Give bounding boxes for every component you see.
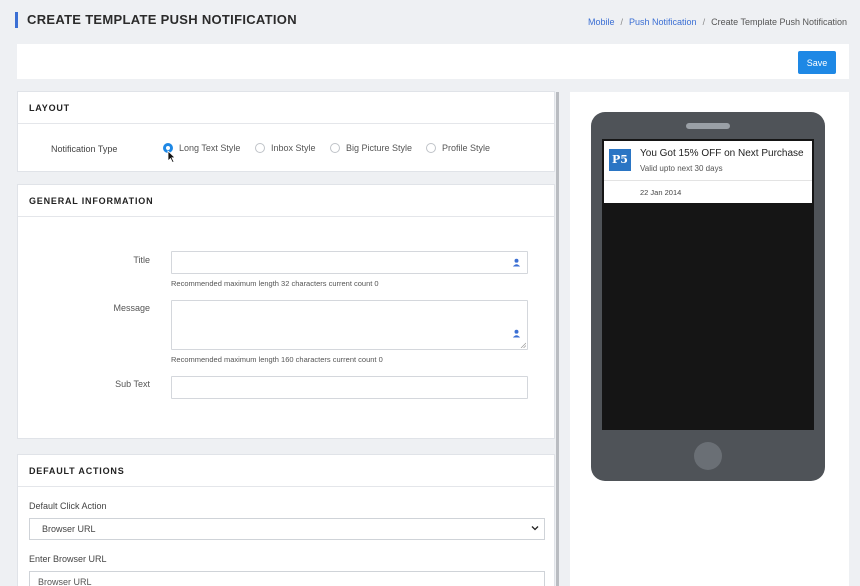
- toolbar: Save: [17, 44, 849, 79]
- title-label: Title: [133, 255, 150, 265]
- radio-profile-style[interactable]: Profile Style: [426, 143, 490, 153]
- message-label: Message: [113, 303, 150, 313]
- divider: [604, 180, 812, 181]
- radio-label: Profile Style: [442, 143, 491, 153]
- default-actions-card: DEFAULT ACTIONS Default Click Action Bro…: [17, 454, 555, 586]
- chevron-down-icon: [531, 526, 539, 531]
- general-info-header: GENERAL INFORMATION: [18, 185, 554, 217]
- notification-subtitle: Valid upto next 30 days: [640, 164, 723, 173]
- radio-unchecked-icon: [255, 143, 265, 153]
- radio-big-picture-style[interactable]: Big Picture Style: [330, 143, 412, 153]
- click-action-select[interactable]: Browser URL: [29, 518, 545, 540]
- person-icon[interactable]: [512, 258, 521, 267]
- phone-speaker: [686, 123, 730, 129]
- save-button[interactable]: Save: [798, 51, 836, 74]
- radio-unchecked-icon: [330, 143, 340, 153]
- layout-header: LAYOUT: [18, 92, 554, 124]
- click-action-value: Browser URL: [42, 524, 96, 534]
- preview-panel: P5 You Got 15% OFF on Next Purchase Vali…: [570, 92, 849, 586]
- page-title: CREATE TEMPLATE PUSH NOTIFICATION: [15, 12, 297, 28]
- click-action-label: Default Click Action: [29, 501, 107, 511]
- browser-url-input[interactable]: Browser URL: [29, 571, 545, 586]
- notification-type-label: Notification Type: [51, 144, 118, 154]
- notification-title: You Got 15% OFF on Next Purchase: [640, 148, 804, 159]
- breadcrumb-link-push-notification[interactable]: Push Notification: [629, 17, 697, 27]
- radio-unchecked-icon: [426, 143, 436, 153]
- phone-mockup: P5 You Got 15% OFF on Next Purchase Vali…: [591, 112, 825, 481]
- breadcrumb-link-mobile[interactable]: Mobile: [588, 17, 615, 27]
- title-input[interactable]: [171, 251, 528, 274]
- person-icon[interactable]: [512, 329, 521, 338]
- mouse-cursor-icon: [167, 150, 176, 163]
- layout-card: LAYOUT Notification Type Long Text Style…: [17, 91, 555, 172]
- phone-home-button: [694, 442, 722, 470]
- radio-inbox-style[interactable]: Inbox Style: [255, 143, 316, 153]
- radio-label: Long Text Style: [179, 143, 241, 153]
- radio-label: Inbox Style: [271, 143, 316, 153]
- notification-preview: P5 You Got 15% OFF on Next Purchase Vali…: [604, 141, 812, 203]
- message-hint: Recommended maximum length 160 character…: [171, 355, 383, 364]
- browser-url-label: Enter Browser URL: [29, 554, 107, 564]
- breadcrumb: Mobile / Push Notification / Create Template…: [588, 17, 847, 27]
- browser-url-placeholder: Browser URL: [38, 577, 92, 586]
- app-logo-icon: P5: [609, 149, 631, 171]
- general-info-card: GENERAL INFORMATION Title Recommended ma…: [17, 184, 555, 439]
- radio-label: Big Picture Style: [346, 143, 413, 153]
- subtext-input[interactable]: [171, 376, 528, 399]
- phone-screen: P5 You Got 15% OFF on Next Purchase Vali…: [602, 139, 814, 430]
- breadcrumb-current: Create Template Push Notification: [711, 17, 847, 27]
- scrollbar[interactable]: [556, 92, 559, 586]
- title-hint: Recommended maximum length 32 characters…: [171, 279, 379, 288]
- subtext-label: Sub Text: [115, 379, 150, 389]
- notification-date: 22 Jan 2014: [640, 188, 682, 197]
- default-actions-header: DEFAULT ACTIONS: [18, 455, 554, 487]
- message-textarea[interactable]: [171, 300, 528, 350]
- resize-handle-icon[interactable]: [520, 342, 526, 348]
